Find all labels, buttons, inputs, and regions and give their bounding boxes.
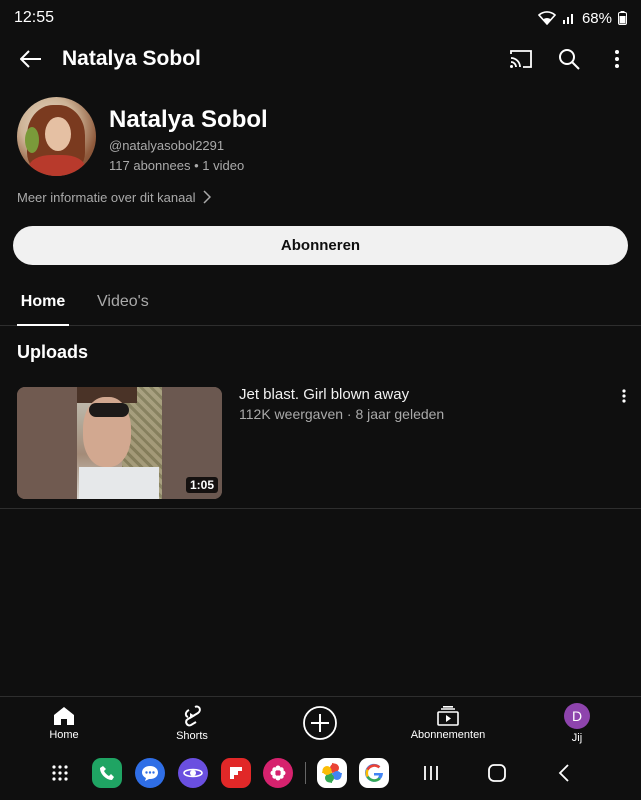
messages-app-icon[interactable] xyxy=(135,758,165,788)
internet-app-icon[interactable] xyxy=(178,758,208,788)
home-icon xyxy=(54,706,74,725)
flipboard-app-icon[interactable] xyxy=(221,758,251,788)
tab-selected-indicator xyxy=(17,324,69,326)
video-options-button[interactable] xyxy=(612,386,636,406)
nav-account-label: Jij xyxy=(571,731,583,744)
tab-home[interactable]: Home xyxy=(17,278,69,326)
nav-subscriptions-label: Abonnementen xyxy=(410,728,486,741)
channel-avatar[interactable] xyxy=(17,97,96,176)
channel-stats: 117 abonnees • 1 video xyxy=(109,158,268,173)
bottom-navigation: Home Shorts Abonnementen D Jij xyxy=(0,696,641,748)
nav-shorts[interactable]: Shorts xyxy=(166,697,218,749)
dock-divider xyxy=(305,762,306,784)
nav-home[interactable]: Home xyxy=(38,697,90,749)
status-time: 12:55 xyxy=(14,9,55,26)
back-button-system[interactable] xyxy=(549,758,579,788)
video-list-item[interactable]: 1:05 Jet blast. Girl blown away 112K wee… xyxy=(0,378,641,509)
shorts-icon xyxy=(184,705,201,726)
create-icon xyxy=(303,706,337,740)
cast-icon xyxy=(510,50,532,68)
status-bar: 12:55 68% xyxy=(0,0,641,36)
more-info-label: Meer informatie over dit kanaal xyxy=(17,189,196,205)
arrow-left-icon xyxy=(20,50,41,68)
recents-button[interactable] xyxy=(416,758,446,788)
back-button[interactable] xyxy=(0,36,62,82)
more-info-link[interactable]: Meer informatie over dit kanaal xyxy=(17,186,212,208)
channel-handle: @natalyasobol2291 xyxy=(109,138,225,153)
search-button[interactable] xyxy=(545,36,593,82)
video-duration: 1:05 xyxy=(185,477,218,493)
cast-button[interactable] xyxy=(497,36,545,82)
channel-name: Natalya Sobol xyxy=(109,106,268,133)
google-app-icon[interactable] xyxy=(359,758,389,788)
wifi-icon xyxy=(537,11,556,25)
section-title-uploads: Uploads xyxy=(17,342,89,362)
overflow-menu-button[interactable] xyxy=(593,36,641,82)
battery-icon xyxy=(618,11,627,25)
channel-tabs: Home Video's xyxy=(0,278,641,326)
tab-home-label: Home xyxy=(20,293,66,310)
video-title[interactable]: Jet blast. Girl blown away xyxy=(239,386,409,403)
signal-icon xyxy=(562,14,573,24)
nav-shorts-label: Shorts xyxy=(176,729,208,742)
photos-app-icon[interactable] xyxy=(317,758,347,788)
system-dock xyxy=(0,750,641,800)
nav-account[interactable]: D Jij xyxy=(558,697,596,749)
more-vert-icon xyxy=(622,389,626,403)
more-vert-icon xyxy=(615,50,619,68)
stats-separator: • xyxy=(194,158,199,173)
channel-header: Natalya Sobol @natalyasobol2291 117 abon… xyxy=(17,97,627,177)
phone-app-icon[interactable] xyxy=(92,758,122,788)
battery-percentage: 68% xyxy=(581,9,612,27)
home-button[interactable] xyxy=(482,758,512,788)
tab-videos[interactable]: Video's xyxy=(97,278,149,326)
account-avatar-letter: D xyxy=(571,707,583,724)
account-avatar: D xyxy=(564,702,590,729)
nav-create-button[interactable] xyxy=(302,697,338,749)
page-title: Natalya Sobol xyxy=(62,47,201,70)
video-thumbnail[interactable]: 1:05 xyxy=(17,387,222,499)
nav-subscriptions[interactable]: Abonnementen xyxy=(408,697,488,749)
chevron-right-icon xyxy=(203,190,212,204)
search-icon xyxy=(559,49,580,70)
app-bar: Natalya Sobol xyxy=(0,36,641,82)
video-meta: 112K weergaven · 8 jaar geleden xyxy=(239,406,445,422)
subscriptions-icon xyxy=(437,705,459,726)
gallery-app-icon[interactable] xyxy=(263,758,293,788)
nav-home-label: Home xyxy=(49,728,79,741)
video-count: 1 video xyxy=(202,158,245,173)
tab-videos-label: Video's xyxy=(97,293,149,310)
app-drawer-icon[interactable] xyxy=(45,758,75,788)
subscriber-count: 117 abonnees xyxy=(109,158,191,173)
subscribe-button[interactable]: Abonneren xyxy=(13,226,628,265)
